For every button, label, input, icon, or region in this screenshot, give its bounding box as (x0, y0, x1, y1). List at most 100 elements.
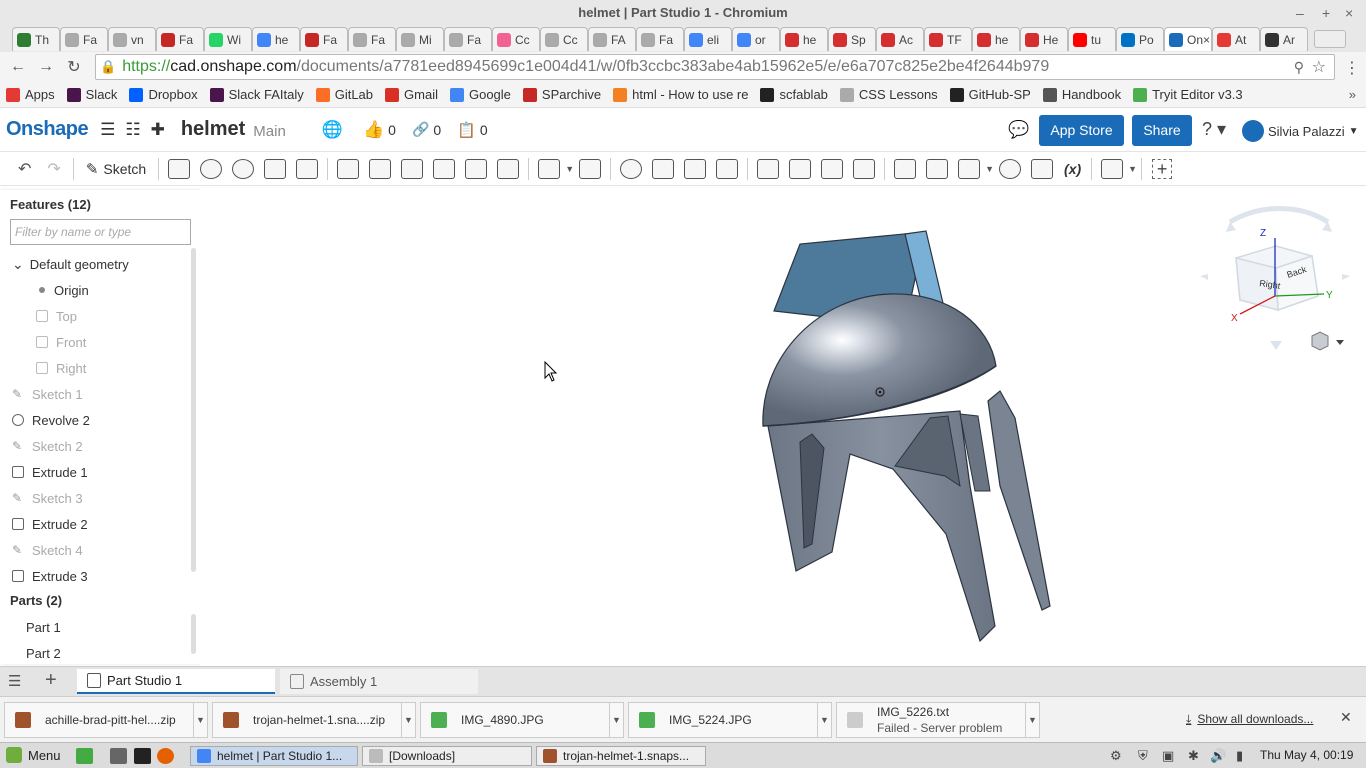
feature-filter-input[interactable] (10, 219, 191, 245)
close-downloads-icon[interactable]: ✕ (1340, 709, 1352, 726)
user-menu[interactable]: Silvia Palazzi ▼ (1242, 120, 1359, 142)
comments-icon[interactable]: 💬 (1008, 120, 1029, 140)
plane-tool-icon[interactable] (894, 158, 917, 179)
chevron-down-icon[interactable]: ▼ (817, 703, 831, 737)
feature-item[interactable]: Right (0, 355, 190, 381)
helmet-model[interactable] (762, 230, 1051, 643)
mirror-tool-icon[interactable] (579, 158, 602, 179)
browser-tab[interactable]: TF (924, 27, 972, 51)
browser-tab[interactable]: Fa (444, 27, 492, 51)
delete-face-tool-icon[interactable] (789, 158, 812, 179)
chevron-down-icon[interactable]: ▼ (609, 703, 623, 737)
terminal-icon[interactable] (134, 748, 151, 764)
browser-tab[interactable]: Cc (492, 27, 540, 51)
minimize-icon[interactable]: – (1296, 0, 1304, 26)
browser-tab[interactable]: vn (108, 27, 156, 51)
onshape-logo[interactable]: Onshape (6, 118, 89, 141)
boolean-tool-icon[interactable] (620, 158, 643, 179)
browser-tab[interactable]: Fa (300, 27, 348, 51)
browser-tab[interactable]: Fa (348, 27, 396, 51)
feature-item[interactable]: Origin (0, 277, 190, 303)
bookmark-item[interactable]: GitHub-SP (949, 87, 1031, 102)
like-icon[interactable]: 👍 (363, 120, 384, 140)
browser-tab[interactable]: Ac (876, 27, 924, 51)
browser-tab[interactable]: Mi (396, 27, 444, 51)
browser-tab[interactable]: Fa (156, 27, 204, 51)
measure-tool-icon[interactable] (999, 158, 1022, 179)
download-item[interactable]: IMG_5226.txt Failed - Server problem ▼ (836, 702, 1040, 738)
insert-icon[interactable]: ✚ (151, 120, 165, 140)
feature-item[interactable]: Top (0, 303, 190, 329)
browser-tab[interactable]: He (1020, 27, 1068, 51)
show-all-downloads-link[interactable]: ⤓ Show all downloads... (1186, 712, 1313, 727)
browser-tab[interactable]: he (972, 27, 1020, 51)
feature-item[interactable]: ✎ Sketch 3 (0, 485, 190, 511)
move-face-tool-icon[interactable] (821, 158, 844, 179)
feature-list-scrollbar[interactable] (191, 248, 196, 572)
sweep-tool-icon[interactable] (232, 158, 255, 179)
chevron-down-icon[interactable]: ▼ (401, 703, 415, 737)
feature-item[interactable]: ✎ Sketch 1 (0, 381, 190, 407)
bookmark-item[interactable]: Slack (66, 87, 117, 102)
help-icon[interactable]: ? ▾ (1202, 119, 1226, 140)
bookmark-item[interactable]: Apps (6, 87, 55, 102)
thicken-tool-icon[interactable] (296, 158, 319, 179)
feature-item[interactable]: Extrude 3 (0, 563, 190, 589)
feature-item[interactable]: Front (0, 329, 190, 355)
link-icon[interactable]: 🔗 (412, 121, 429, 138)
hole-tool-icon[interactable] (497, 158, 520, 179)
tab-part-studio-1[interactable]: Part Studio 1 (77, 669, 275, 694)
browser-tab[interactable]: At (1212, 27, 1260, 51)
derived-tool-icon[interactable] (1031, 158, 1054, 179)
browser-tab[interactable]: Th (12, 27, 60, 51)
feature-item[interactable]: Revolve 2 (0, 407, 190, 433)
chamfer-tool-icon[interactable] (369, 158, 392, 179)
bookmark-item[interactable]: CSS Lessons (839, 87, 938, 102)
browser-tab[interactable]: Ar (1260, 27, 1308, 51)
view-cube[interactable]: Right Back Z Y X (1200, 206, 1350, 351)
feature-item[interactable]: ⌄ Default geometry (0, 251, 190, 277)
document-title[interactable]: helmet (181, 118, 245, 141)
split-tool-icon[interactable] (652, 158, 675, 179)
download-item[interactable]: IMG_5224.JPG ▼ (628, 702, 832, 738)
browser-tab[interactable]: eli (684, 27, 732, 51)
rib-tool-icon[interactable] (433, 158, 456, 179)
new-tab-button[interactable] (1314, 30, 1346, 48)
replace-face-tool-icon[interactable] (853, 158, 876, 179)
feature-item[interactable]: Extrude 2 (0, 511, 190, 537)
bookmark-item[interactable]: Slack FAItaly (209, 87, 304, 102)
feature-item[interactable]: ✎ Sketch 2 (0, 433, 190, 459)
chevron-down-icon[interactable]: ▼ (193, 703, 207, 737)
files-icon[interactable] (110, 748, 127, 764)
modify-fillet-tool-icon[interactable] (757, 158, 780, 179)
loft-tool-icon[interactable] (264, 158, 287, 179)
hamburger-menu-icon[interactable]: ☰ (100, 120, 115, 140)
browser-tab[interactable]: tu (1068, 27, 1116, 51)
bluetooth-tray-icon[interactable]: ✱ (1188, 748, 1199, 764)
bookmark-item[interactable]: scfablab (760, 87, 828, 102)
chevron-down-icon[interactable]: ▼ (1128, 164, 1137, 174)
delete-part-tool-icon[interactable] (716, 158, 739, 179)
draft-tool-icon[interactable] (401, 158, 424, 179)
network-tray-icon[interactable]: ▣ (1162, 748, 1174, 764)
parts-list-scrollbar[interactable] (191, 614, 196, 654)
settings-tray-icon[interactable]: ⚙ (1110, 748, 1122, 764)
browser-tab[interactable]: Po (1116, 27, 1164, 51)
bookmark-item[interactable]: Gmail (385, 87, 438, 102)
fillet-tool-icon[interactable] (337, 158, 360, 179)
feature-item[interactable]: ✎ Sketch 4 (0, 537, 190, 563)
helix-tool-icon[interactable] (958, 158, 981, 179)
tab-list-icon[interactable]: ☰ (8, 672, 21, 690)
extrude-tool-icon[interactable] (168, 158, 191, 179)
forward-icon[interactable]: → (32, 58, 60, 76)
bookmark-item[interactable]: Google (449, 87, 511, 102)
feature-item[interactable]: Extrude 1 (0, 459, 190, 485)
app-store-button[interactable]: App Store (1039, 115, 1124, 146)
chevron-down-icon[interactable]: ▼ (1025, 703, 1039, 737)
browser-tab[interactable]: On × (1164, 27, 1212, 51)
tab-assembly-1[interactable]: Assembly 1 (280, 669, 478, 694)
download-item[interactable]: trojan-helmet-1.sna....zip ▼ (212, 702, 416, 738)
revolve-tool-icon[interactable] (200, 158, 223, 179)
key-icon[interactable]: ⚲ (1294, 59, 1304, 76)
start-menu-button[interactable]: Menu (6, 747, 61, 763)
